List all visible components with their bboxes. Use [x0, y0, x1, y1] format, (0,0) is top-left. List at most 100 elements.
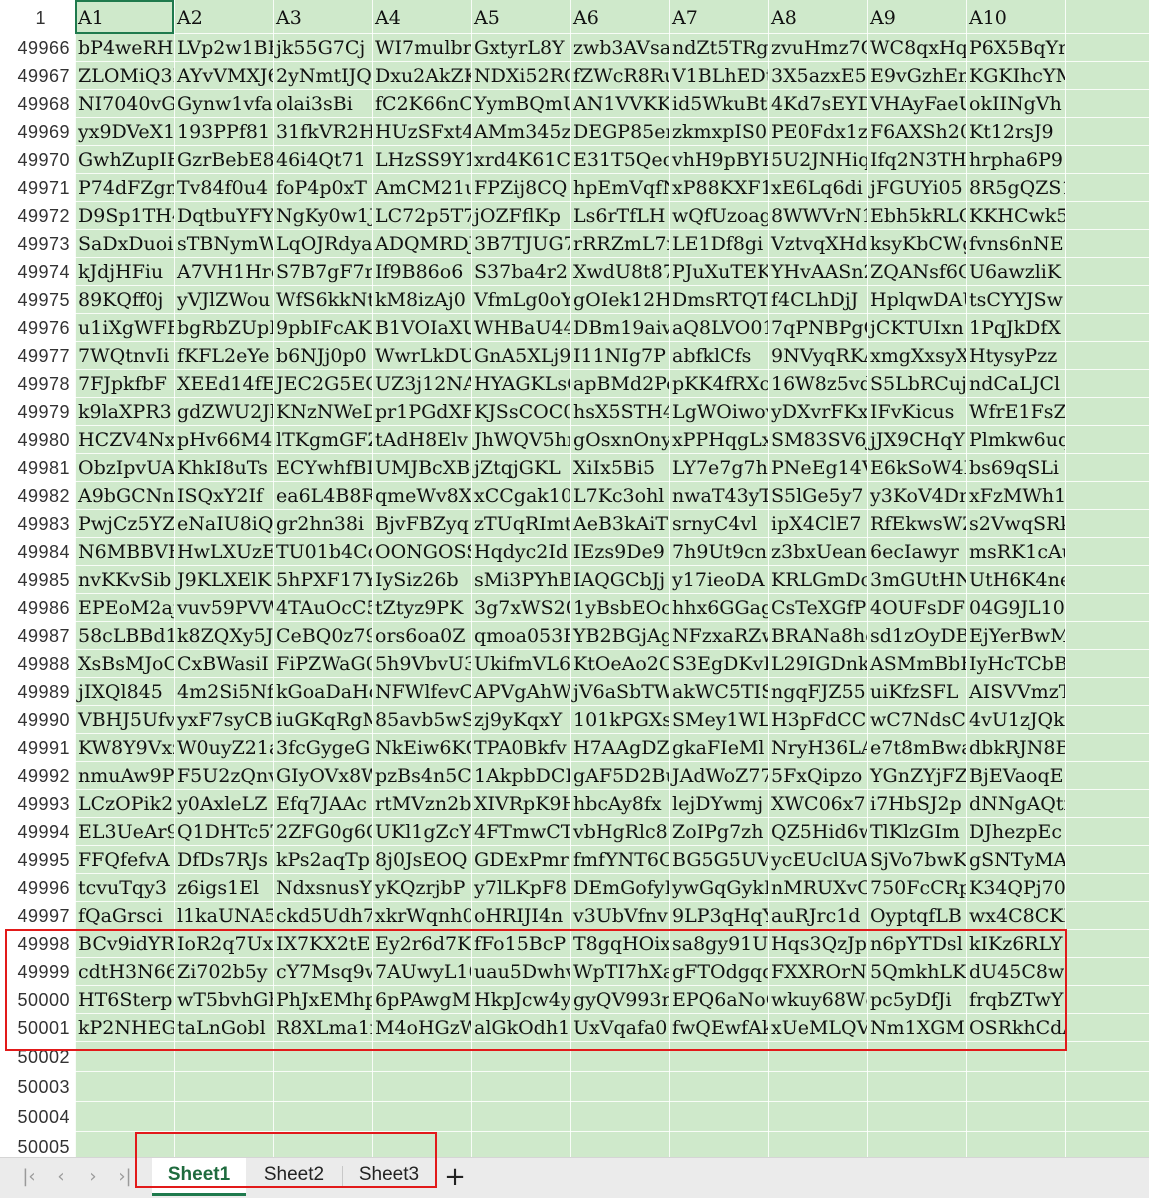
data-cell[interactable]: lTKgmGFZ [273, 426, 372, 454]
data-cell[interactable]: PhJxEMhp [273, 986, 372, 1014]
data-cell[interactable]: V1BLhEDt [669, 62, 768, 90]
data-cell[interactable]: M4oHGzW2 [372, 1014, 471, 1042]
data-cell[interactable]: AN1VVKKK [570, 90, 669, 118]
data-cell[interactable]: gdZWU2Jh [174, 398, 273, 426]
data-cell[interactable]: gFTOdgqd [669, 958, 768, 986]
data-cell[interactable]: S5lGe5y7 [768, 482, 867, 510]
data-cell[interactable]: BCv9idYR [75, 930, 174, 958]
next-sheet-icon[interactable]: › [82, 1164, 104, 1190]
data-cell[interactable]: cdtH3N66 [75, 958, 174, 986]
data-cell[interactable]: E6kSoW4F [867, 454, 966, 482]
data-cell[interactable]: CeBQ0z79 [273, 622, 372, 650]
data-cell[interactable]: xCCgak10 [471, 482, 570, 510]
data-cell[interactable]: jk55G7Cj [273, 34, 372, 62]
data-cell[interactable]: wkuy68Wc [768, 986, 867, 1014]
data-cell[interactable] [570, 1132, 669, 1157]
data-cell[interactable]: 5FxQipzo [768, 762, 867, 790]
data-cell[interactable]: UtH6K4ne [966, 566, 1065, 594]
data-cell[interactable]: tcvuTqy3 [75, 874, 174, 902]
data-cell[interactable]: gSNTyMA1 [966, 846, 1065, 874]
row-header[interactable]: 49971 [0, 174, 70, 202]
first-sheet-icon[interactable]: |‹ [18, 1164, 40, 1190]
data-cell[interactable]: y7lLKpF8 [471, 874, 570, 902]
data-cell[interactable]: 31fkVR2H [273, 118, 372, 146]
row-header[interactable]: 49995 [0, 846, 70, 874]
data-cell[interactable]: ECYwhfBL [273, 454, 372, 482]
data-cell[interactable]: ASMmBbHl [867, 650, 966, 678]
data-cell[interactable]: yx9DVeX1 [75, 118, 174, 146]
data-cell[interactable]: fZWcR8Ru [570, 62, 669, 90]
data-cell[interactable] [768, 1102, 867, 1132]
data-cell[interactable]: frqbZTwY [966, 986, 1065, 1014]
data-cell[interactable]: LVp2w1BF [174, 34, 273, 62]
tab-sheet3[interactable]: Sheet3 [343, 1158, 435, 1196]
data-cell[interactable]: SMey1WLQ [669, 706, 768, 734]
data-cell[interactable]: ObzIpvUA [75, 454, 174, 482]
corner-cell[interactable]: 1 [0, 4, 46, 32]
data-cell[interactable]: TPA0Bkfv [471, 734, 570, 762]
data-cell[interactable]: DqtbuYFY [174, 202, 273, 230]
data-cell[interactable]: 8R5gQZS1 [966, 174, 1065, 202]
data-cell[interactable]: yxF7syCB [174, 706, 273, 734]
data-cell[interactable]: L29IGDnk [768, 650, 867, 678]
data-cell[interactable]: XsBsMJoO [75, 650, 174, 678]
data-cell[interactable]: ISQxY2If [174, 482, 273, 510]
data-cell[interactable]: DfDs7RJs [174, 846, 273, 874]
data-cell[interactable]: fwQEwfAk [669, 1014, 768, 1042]
data-cell[interactable] [867, 1132, 966, 1157]
data-cell[interactable]: YHvAASn2 [768, 258, 867, 286]
data-cell[interactable]: 04G9JL10 [966, 594, 1065, 622]
row-header[interactable]: 50003 [0, 1072, 70, 1102]
data-cell[interactable]: hsX5STH4 [570, 398, 669, 426]
add-sheet-button[interactable]: + [442, 1160, 468, 1194]
row-header[interactable]: 49976 [0, 314, 70, 342]
data-cell[interactable]: NryH36LA [768, 734, 867, 762]
data-cell[interactable]: XWC06x71 [768, 790, 867, 818]
last-sheet-icon[interactable]: ›| [114, 1164, 136, 1190]
data-cell[interactable]: JAdWoZ77 [669, 762, 768, 790]
data-cell[interactable]: SaDxDuoi [75, 230, 174, 258]
data-cell[interactable]: kPs2aqTp [273, 846, 372, 874]
data-cell[interactable]: zvuHmz7C [768, 34, 867, 62]
data-cell[interactable]: 1PqJkDfX [966, 314, 1065, 342]
data-cell[interactable]: Zi702b5y [174, 958, 273, 986]
data-cell[interactable]: zkmxpIS0 [669, 118, 768, 146]
data-cell[interactable]: IFvKicus [867, 398, 966, 426]
data-cell[interactable]: nvKKvSib [75, 566, 174, 594]
data-cell[interactable]: gr2hn38i [273, 510, 372, 538]
data-cell[interactable]: 101kPGXs [570, 706, 669, 734]
data-cell[interactable]: F5U2zQnv [174, 762, 273, 790]
data-cell[interactable]: fC2K66nC [372, 90, 471, 118]
data-cell[interactable]: ea6L4B8R [273, 482, 372, 510]
data-cell[interactable] [75, 1132, 174, 1157]
data-cell[interactable]: WC8qxHqz [867, 34, 966, 62]
data-cell[interactable]: Efq7JAAc [273, 790, 372, 818]
data-cell[interactable]: HT6Sterp [75, 986, 174, 1014]
data-cell[interactable]: id5WkuBt [669, 90, 768, 118]
data-cell[interactable]: CxBWasiI [174, 650, 273, 678]
data-cell[interactable]: PJuXuTEK [669, 258, 768, 286]
data-cell[interactable]: kP2NHEGO [75, 1014, 174, 1042]
data-cell[interactable]: LHzSS9Y1 [372, 146, 471, 174]
data-cell[interactable]: ZoIPg7zh [669, 818, 768, 846]
data-cell[interactable]: kJdjHFiu [75, 258, 174, 286]
data-cell[interactable]: TlKlzGIm [867, 818, 966, 846]
data-cell[interactable] [174, 1072, 273, 1102]
data-cell[interactable]: ipX4ClE7 [768, 510, 867, 538]
data-cell[interactable]: HCZV4Nx5 [75, 426, 174, 454]
column-header-a8[interactable]: A8 [768, 0, 867, 36]
data-cell[interactable]: FiPZWaG0 [273, 650, 372, 678]
data-cell[interactable]: xPPHqgLx [669, 426, 768, 454]
data-cell[interactable]: rtMVzn2b [372, 790, 471, 818]
data-cell[interactable]: UxVqafa0 [570, 1014, 669, 1042]
data-cell[interactable]: 7FJpkfbF [75, 370, 174, 398]
data-cell[interactable]: kIKz6RLY [966, 930, 1065, 958]
data-cell[interactable]: fvns6nNE [966, 230, 1065, 258]
data-cell[interactable]: WwrLkDU2 [372, 342, 471, 370]
data-cell[interactable]: ngqFJZ55 [768, 678, 867, 706]
row-header[interactable]: 49994 [0, 818, 70, 846]
data-cell[interactable]: 3mGUtHNi [867, 566, 966, 594]
data-cell[interactable]: 4TAuOcC5 [273, 594, 372, 622]
data-cell[interactable]: k8ZQXy5J [174, 622, 273, 650]
data-cell[interactable]: fQaGrsci [75, 902, 174, 930]
